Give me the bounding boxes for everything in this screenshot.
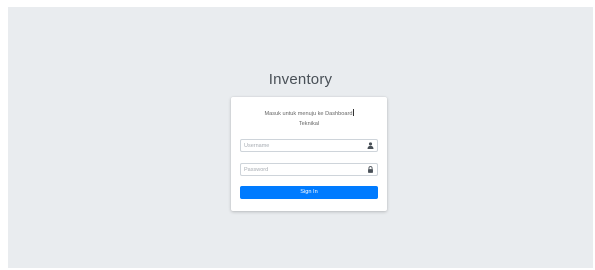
text-cursor	[352, 109, 354, 116]
login-page: Inventory Masuk untuk menuju ke Dashboar…	[8, 7, 593, 268]
login-message-line2: Teknikal	[298, 121, 320, 127]
login-card: Masuk untuk menuju ke Dashboard Teknikal…	[231, 97, 387, 211]
password-input[interactable]	[244, 164, 354, 175]
sign-in-button[interactable]: Sign In	[240, 186, 378, 199]
user-icon	[367, 142, 374, 149]
login-box-message: Masuk untuk menuju ke Dashboard Teknikal	[237, 109, 381, 129]
login-message-line1: Masuk untuk menuju ke Dashboard	[264, 111, 353, 117]
lock-icon	[368, 166, 373, 173]
username-input[interactable]	[244, 140, 354, 151]
username-field[interactable]	[240, 139, 378, 152]
password-field[interactable]	[240, 163, 378, 176]
brand-title: Inventory	[268, 71, 333, 88]
